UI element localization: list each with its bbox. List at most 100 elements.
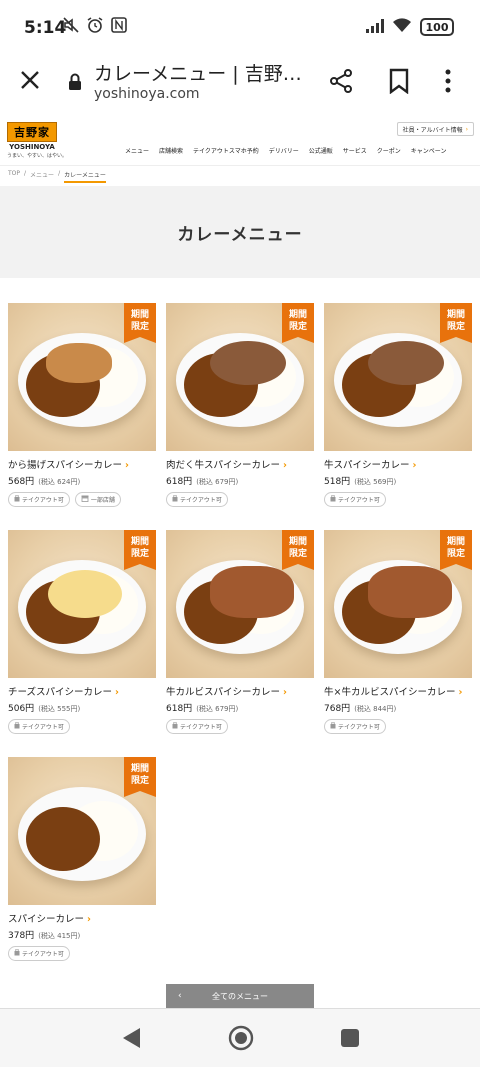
nav-item-campaign[interactable]: キャンペーン [411,146,447,155]
menu-item-tags: テイクアウト可 [324,719,472,734]
price-value: 568円 [8,477,35,487]
chevron-right-icon: › [283,460,287,471]
some-stores-tag: 一部店舗 [74,492,121,507]
price-tax-included: (税込 569円) [354,478,397,486]
nav-item-service[interactable]: サービス [343,146,367,155]
menu-item-name-text: から揚げスパイシーカレー [8,460,123,471]
menu-item-photo[interactable]: 期間 限定 [166,530,314,678]
page-title[interactable]: カレーメニュー | 吉野… [94,59,302,86]
home-icon[interactable] [228,1025,254,1055]
recents-icon[interactable] [340,1028,360,1052]
nav-item-online-shop[interactable]: 公式通販 [309,146,333,155]
page-heading: カレーメニュー [177,224,303,245]
takeout-bag-icon [172,721,178,731]
menu-item-photo[interactable]: 期間 限定 [324,303,472,451]
chevron-right-icon: › [412,460,417,471]
limited-time-badge: 期間 限定 [124,530,156,570]
menu-item-card[interactable]: 期間 限定 スパイシーカレー › 378円 (税込 415円) テイクアウト可 [8,757,156,961]
menu-item-photo[interactable]: 期間 限定 [324,530,472,678]
menu-item-name[interactable]: チーズスパイシーカレー › [8,684,156,698]
menu-item-card[interactable]: 期間 限定から揚げスパイシーカレー › 568円 (税込 624円) テイクアウト可 一部店… [8,303,156,507]
menu-item-photo[interactable]: 期間 限定 [8,757,156,905]
menu-item-price: 618円 (税込 679円) [166,701,314,714]
topping [46,343,112,383]
breadcrumb-separator: / [24,170,27,177]
menu-item-name[interactable]: 肉だく牛スパイシーカレー › [166,457,314,471]
limited-time-badge: 期間 限定 [440,530,472,570]
status-time: 5:14 [24,18,67,38]
system-nav-bar [0,1008,480,1067]
takeout-bag-icon [172,494,178,504]
price-value: 618円 [166,477,193,487]
menu-item-price: 768円 (税込 844円) [324,701,472,714]
global-nav: メニュー 店舗検索 テイクアウトスマホ予約 デリバリー 公式通販 サービス クー… [125,146,447,155]
menu-item-name-text: 牛カルビスパイシーカレー [166,687,281,698]
menu-item-price: 568円 (税込 624円) [8,474,156,487]
url-domain[interactable]: yoshinoya.com [94,86,200,102]
chevron-right-icon: › [458,687,463,698]
menu-item-name[interactable]: 牛カルビスパイシーカレー › [166,684,314,698]
close-icon[interactable] [18,68,42,96]
topping [48,570,122,618]
price-value: 506円 [8,704,35,714]
limited-time-badge: 期間 限定 [440,303,472,343]
nav-item-menu[interactable]: メニュー [125,146,149,155]
menu-item-card[interactable]: 期間 限定牛×牛カルビスパイシーカレー › 768円 (税込 844円) テイクアウト可 [324,530,472,734]
curry-bowl-illustration [176,560,304,654]
signal-icon [366,18,384,37]
menu-item-card[interactable]: 期間 限定 牛カルビスパイシーカレー › 618円 (税込 679円) テイクアウト可 [166,530,314,734]
nav-item-delivery[interactable]: デリバリー [269,146,299,155]
menu-item-name[interactable]: 牛×牛カルビスパイシーカレー › [324,684,472,698]
tag-label: テイクアウト可 [180,497,222,504]
nav-item-coupon[interactable]: クーポン [377,146,401,155]
menu-item-name[interactable]: 牛スパイシーカレー › [324,457,472,471]
more-options-icon[interactable] [444,68,452,98]
tag-label: テイクアウト可 [22,497,64,504]
tag-label: テイクアウト可 [338,497,380,504]
price-tax-included: (税込 679円) [196,478,239,486]
tag-label: 一部店舗 [90,497,115,504]
menu-item-price: 518円 (税込 569円) [324,474,472,487]
logo-english: YOSHINOYA [9,143,55,151]
menu-item-card[interactable]: 期間 限定牛スパイシーカレー › 518円 (税込 569円) テイクアウト可 [324,303,472,507]
takeout-tag: テイクアウト可 [324,492,386,507]
price-value: 618円 [166,704,193,714]
menu-item-tags: テイクアウト可 [324,492,472,507]
menu-item-photo[interactable]: 期間 限定 [166,303,314,451]
menu-item-tags: テイクアウト可 一部店舗 [8,492,156,507]
breadcrumb-top[interactable]: TOP [8,170,20,183]
price-tax-included: (税込 844円) [354,705,397,713]
menu-item-card[interactable]: 期間 限定肉だく牛スパイシーカレー › 618円 (税込 679円) テイクアウト可 [166,303,314,507]
menu-item-name-text: 牛×牛カルビスパイシーカレー [324,687,456,698]
menu-item-name[interactable]: スパイシーカレー › [8,911,156,925]
menu-item-photo[interactable]: 期間 限定 [8,530,156,678]
menu-item-name[interactable]: から揚げスパイシーカレー › [8,457,156,471]
breadcrumb: TOP / メニュー / カレーメニュー [8,170,106,183]
topping [210,566,294,618]
price-tax-included: (税込 624円) [38,478,81,486]
curry-bowl-illustration [334,333,462,427]
takeout-bag-icon [14,494,20,504]
price-value: 768円 [324,704,351,714]
site-logo[interactable]: 吉野家 YOSHINOYA うまい、やすい、はやい。 [7,122,67,159]
nav-item-takeout[interactable]: テイクアウトスマホ予約 [193,146,259,155]
menu-item-price: 378円 (税込 415円) [8,928,156,941]
nav-item-store-search[interactable]: 店舗検索 [159,146,183,155]
price-tax-included: (税込 415円) [38,932,81,940]
limited-time-badge: 期間 限定 [282,530,314,570]
menu-item-tags: テイクアウト可 [166,492,314,507]
all-menu-button[interactable]: ‹ 全てのメニュー [166,984,314,1008]
store-icon [81,495,89,504]
bookmark-icon[interactable] [388,68,410,98]
menu-item-photo[interactable]: 期間 限定 [8,303,156,451]
logo-mark: 吉野家 [7,122,57,142]
chevron-right-icon: › [465,125,468,133]
battery-indicator: 100 [420,18,454,36]
breadcrumb-menu[interactable]: メニュー [30,170,54,183]
menu-item-price: 618円 (税込 679円) [166,474,314,487]
limited-time-badge: 期間 限定 [124,303,156,343]
recruit-link[interactable]: 社員・アルバイト情報 › [396,122,474,136]
back-icon[interactable] [120,1026,142,1054]
share-icon[interactable] [328,68,354,98]
menu-item-card[interactable]: 期間 限定 チーズスパイシーカレー › 506円 (税込 555円) テイクアウト可 [8,530,156,734]
